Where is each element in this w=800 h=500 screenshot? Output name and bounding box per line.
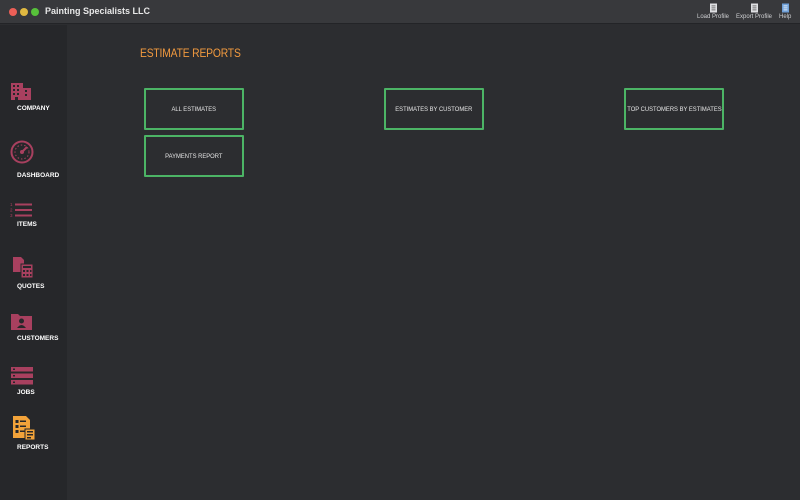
- sidebar-item-jobs[interactable]: JOBS: [0, 366, 67, 400]
- minimize-window-button[interactable]: [20, 8, 28, 16]
- sidebar-item-customers[interactable]: CUSTOMERS: [0, 311, 67, 345]
- sidebar-item-reports[interactable]: REPORTS: [0, 415, 67, 455]
- sidebar-item-label: CUSTOMERS: [17, 335, 59, 342]
- button-label: PAYMENTS REPORT: [165, 152, 223, 160]
- sidebar: COMPANY DASHBOARD 1 2 3 ITEMS QUOTES CUS…: [0, 25, 67, 500]
- page-title: ESTIMATE REPORTS: [140, 46, 241, 60]
- sidebar-item-label: COMPANY: [17, 105, 50, 112]
- building-icon: [11, 83, 31, 100]
- gauge-icon: [10, 140, 34, 164]
- all-estimates-button[interactable]: ALL ESTIMATES: [144, 88, 244, 130]
- sidebar-item-company[interactable]: COMPANY: [0, 81, 67, 117]
- quote-documents-icon: [13, 257, 34, 279]
- load-profile-button[interactable]: Load Profile: [697, 3, 729, 20]
- sidebar-item-quotes[interactable]: QUOTES: [0, 256, 67, 294]
- list-icon: 1 2 3: [10, 202, 32, 218]
- app-window: Painting Specialists LLC Load Profile Ex…: [0, 0, 800, 500]
- sidebar-item-label: QUOTES: [17, 283, 45, 290]
- sidebar-item-label: DASHBOARD: [17, 172, 60, 179]
- sidebar-item-label: REPORTS: [17, 444, 49, 451]
- help-button[interactable]: Help: [779, 3, 791, 20]
- help-icon: [781, 3, 789, 13]
- document-icon: [750, 3, 758, 13]
- top-customers-by-estimates-button[interactable]: TOP CUSTOMERS BY ESTIMATES: [624, 88, 724, 130]
- close-window-button[interactable]: [9, 8, 17, 16]
- button-label: TOP CUSTOMERS BY ESTIMATES: [626, 105, 722, 113]
- zoom-window-button[interactable]: [31, 8, 39, 16]
- window-title: Painting Specialists LLC: [45, 6, 151, 16]
- payments-report-button[interactable]: PAYMENTS REPORT: [144, 135, 244, 177]
- export-profile-button[interactable]: Export Profile: [736, 3, 772, 20]
- sidebar-item-label: ITEMS: [17, 221, 37, 228]
- reports-icon: [13, 416, 36, 441]
- sidebar-item-items[interactable]: 1 2 3 ITEMS: [0, 201, 67, 231]
- sidebar-item-dashboard[interactable]: DASHBOARD: [0, 139, 67, 183]
- customer-card-icon: [11, 314, 32, 330]
- estimates-by-customer-button[interactable]: ESTIMATES BY CUSTOMER: [384, 88, 484, 130]
- load-profile-label: Load Profile: [697, 14, 730, 20]
- document-icon: [709, 3, 717, 13]
- svg-text:2: 2: [10, 208, 13, 213]
- title-bar: Painting Specialists LLC Load Profile Ex…: [0, 0, 800, 24]
- button-label: ESTIMATES BY CUSTOMER: [395, 105, 473, 113]
- svg-text:1: 1: [10, 202, 13, 207]
- export-profile-label: Export Profile: [736, 14, 773, 20]
- jobs-stack-icon: [11, 367, 33, 385]
- help-label: Help: [779, 14, 792, 20]
- svg-text:3: 3: [10, 213, 13, 218]
- main-content: ESTIMATE REPORTS ALL ESTIMATES ESTIMATES…: [67, 25, 800, 500]
- sidebar-item-label: JOBS: [17, 389, 35, 396]
- button-label: ALL ESTIMATES: [171, 105, 217, 113]
